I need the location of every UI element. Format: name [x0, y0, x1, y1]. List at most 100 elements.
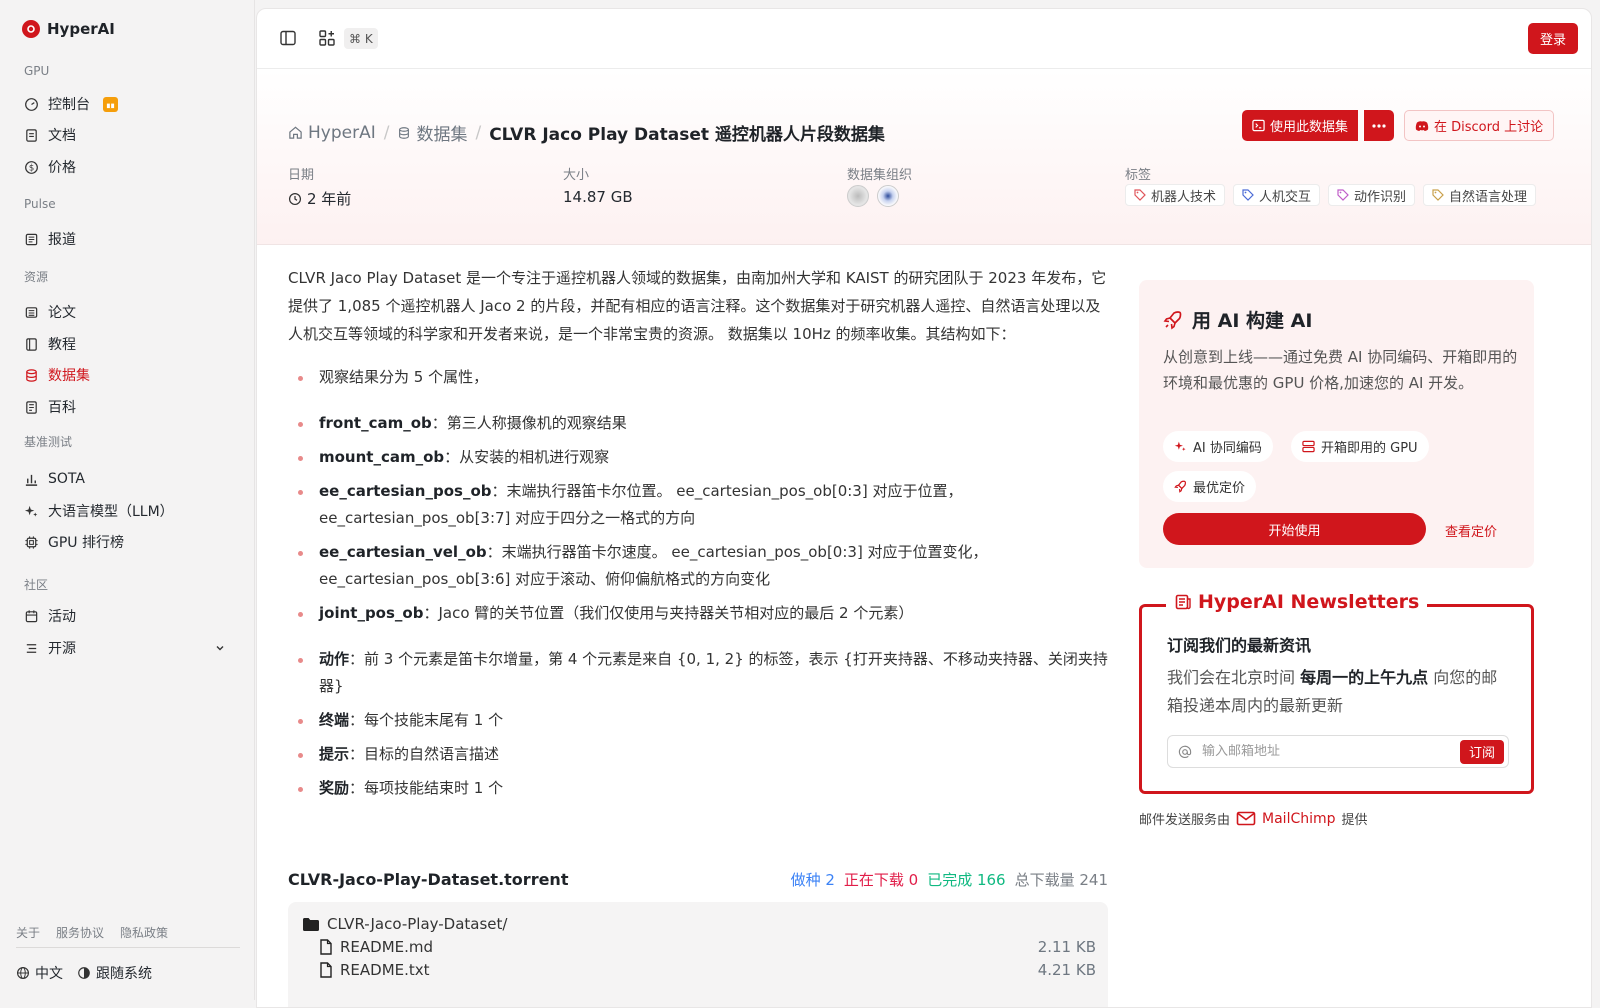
- item-text: 观察结果分为 5 个属性，: [319, 368, 489, 386]
- sidebar-item-wiki[interactable]: 百科: [16, 392, 234, 422]
- mail-icon: [1236, 811, 1256, 826]
- discord-discuss-button[interactable]: 在 Discord 上讨论: [1404, 110, 1555, 141]
- section-label-pulse: Pulse: [24, 197, 56, 211]
- sidebar-item-sota[interactable]: SOTA: [16, 464, 234, 494]
- newsletter-box: HyperAI Newsletters 订阅我们的最新资讯 我们会在北京时间 每…: [1139, 591, 1534, 794]
- footer-link-privacy[interactable]: 隐私政策: [120, 924, 168, 941]
- promo-chip-cocoding: AI 协同编码: [1163, 431, 1273, 462]
- sidebar-item-gpu-leaderboard[interactable]: GPU 排行榜: [16, 527, 234, 557]
- tag-nlp[interactable]: 自然语言处理: [1423, 184, 1537, 206]
- date-label: 日期: [288, 168, 315, 183]
- sidebar-item-news[interactable]: 报道: [16, 224, 234, 254]
- tag-list: 机器人技术 人机交互 动作识别 自然语言处理: [1125, 184, 1537, 206]
- dataset-description: CLVR Jaco Play Dataset 是一个专注于遥控机器人领域的数据集…: [288, 264, 1108, 809]
- main-panel: ⌘ K 登录 HyperAI / 数据集 / CLVR Jaco Play Da…: [256, 8, 1592, 1008]
- page-title: CLVR Jaco Play Dataset 遥控机器人片段数据集: [489, 125, 885, 145]
- promo-title-row: 用 AI 构建 AI: [1163, 306, 1312, 333]
- item-key: 提示: [319, 745, 350, 763]
- footer-link-about[interactable]: 关于: [16, 924, 40, 941]
- app-name: HyperAI: [47, 20, 115, 38]
- item-key: ee_cartesian_vel_ob: [319, 543, 487, 561]
- terminal-icon: [1252, 119, 1265, 132]
- dataset-header: HyperAI / 数据集 / CLVR Jaco Play Dataset 遥…: [257, 70, 1591, 245]
- paper-icon: [25, 306, 38, 318]
- footer-link-terms[interactable]: 服务协议: [56, 924, 104, 941]
- app-logo[interactable]: HyperAI: [22, 20, 115, 38]
- footer-divider: [16, 947, 240, 948]
- newspaper-icon: [25, 233, 38, 245]
- footer-links: 关于 服务协议 隐私政策: [16, 924, 168, 941]
- sidebar-item-events[interactable]: 活动: [16, 601, 234, 631]
- list-item: 观察结果分为 5 个属性，: [288, 364, 1108, 391]
- tag-label: 动作识别: [1354, 189, 1407, 205]
- tags-label: 标签: [1125, 168, 1152, 183]
- sidebar-item-open-source[interactable]: 开源: [16, 633, 234, 663]
- tag-hci[interactable]: 人机交互: [1233, 184, 1321, 206]
- more-options-button[interactable]: [1363, 110, 1394, 141]
- promo-description: 从创意到上线——通过免费 AI 协同编码、开箱即用的环境和最优惠的 GPU 价格…: [1163, 348, 1518, 392]
- folder-row[interactable]: CLVR-Jaco-Play-Dataset/: [302, 915, 1096, 933]
- item-key: 奖励: [319, 779, 350, 797]
- language-switcher[interactable]: 中文: [16, 963, 63, 983]
- sparkle-icon: [1174, 441, 1186, 451]
- globe-icon: [17, 967, 29, 979]
- tag-action-recognition[interactable]: 动作识别: [1328, 184, 1416, 206]
- breadcrumb-datasets[interactable]: 数据集: [397, 120, 467, 145]
- chevron-down-icon: [216, 646, 224, 651]
- file-icon: [320, 939, 332, 955]
- language-label: 中文: [35, 966, 63, 982]
- sidebar-item-docs[interactable]: 文档: [16, 120, 234, 150]
- email-input[interactable]: [1202, 744, 1450, 759]
- newsletter-title-row: HyperAI Newsletters: [1166, 591, 1428, 613]
- org-avatar-kaist[interactable]: [877, 185, 899, 207]
- clock-icon: [288, 192, 302, 205]
- item-text: ：从安装的相机进行观察: [444, 448, 610, 466]
- org-avatar-usc[interactable]: [847, 185, 869, 207]
- login-button[interactable]: 登录: [1528, 23, 1578, 54]
- sidebar-item-console[interactable]: 控制台: [16, 89, 234, 119]
- sidebar-item-label: 数据集: [48, 368, 90, 384]
- list-item: 提示：目标的自然语言描述: [288, 741, 1108, 768]
- completed-count: 已完成 166: [927, 871, 1006, 889]
- sidebar-item-papers[interactable]: 论文: [16, 297, 234, 327]
- sidebar-item-label: SOTA: [48, 471, 85, 487]
- breadcrumb-home-label: HyperAI: [308, 122, 376, 143]
- sidebar-item-pricing[interactable]: $ 价格: [16, 152, 234, 182]
- chip-label: 开箱即用的 GPU: [1321, 441, 1418, 456]
- file-row[interactable]: README.txt 4.21 KB: [319, 961, 1096, 979]
- use-dataset-button[interactable]: 使用此数据集: [1242, 110, 1359, 141]
- breadcrumb-home[interactable]: HyperAI: [288, 123, 376, 143]
- sidebar-item-tutorials[interactable]: 教程: [16, 329, 234, 359]
- list-item: joint_pos_ob：Jaco 臂的关节位置（我们仅使用与夹持器关节相对应的…: [288, 600, 1108, 627]
- item-key: 终端: [319, 711, 350, 729]
- sidebar-item-datasets[interactable]: 数据集: [16, 360, 234, 390]
- sidebar-toggle-icon[interactable]: [279, 29, 297, 47]
- rocket-icon: [1174, 480, 1186, 493]
- mail-provider-note: 邮件发送服务由 MailChimp 提供: [1139, 809, 1368, 829]
- mailchimp-link[interactable]: MailChimp: [1236, 811, 1336, 827]
- tag-icon: [1337, 189, 1349, 201]
- rocket-icon: [1163, 310, 1182, 329]
- subscribe-button[interactable]: 订阅: [1459, 739, 1504, 764]
- tag-icon: [1134, 189, 1146, 201]
- mail-note-post: 提供: [1341, 813, 1368, 828]
- date-value: 2 年前: [307, 190, 352, 208]
- view-pricing-link[interactable]: 查看定价: [1445, 521, 1497, 540]
- folder-name: CLVR-Jaco-Play-Dataset/: [327, 915, 508, 933]
- tag-robotics[interactable]: 机器人技术: [1125, 184, 1226, 206]
- shortcut-hint: ⌘ K: [344, 28, 378, 49]
- get-started-button[interactable]: 开始使用: [1163, 513, 1426, 545]
- list-item: ee_cartesian_pos_ob：末端执行器笛卡尔位置。 ee_carte…: [288, 478, 1108, 532]
- theme-icon: [78, 967, 90, 979]
- torrent-name[interactable]: CLVR-Jaco-Play-Dataset.torrent: [288, 870, 568, 889]
- theme-switcher[interactable]: 跟随系统: [77, 963, 152, 983]
- item-key: mount_cam_ob: [319, 448, 445, 466]
- size-label: 大小: [563, 168, 590, 183]
- file-row[interactable]: README.md 2.11 KB: [319, 938, 1096, 956]
- torrent-stats: 做种 2 正在下载 0 已完成 166 总下载量 241: [791, 869, 1108, 890]
- command-menu-icon[interactable]: [318, 29, 336, 47]
- file-icon: [320, 962, 332, 978]
- item-text: ：Jaco 臂的关节位置（我们仅使用与夹持器关节相对应的最后 2 个元素）: [423, 604, 914, 622]
- sidebar-item-llm[interactable]: 大语言模型（LLM）: [16, 496, 234, 526]
- list-icon: [26, 643, 37, 653]
